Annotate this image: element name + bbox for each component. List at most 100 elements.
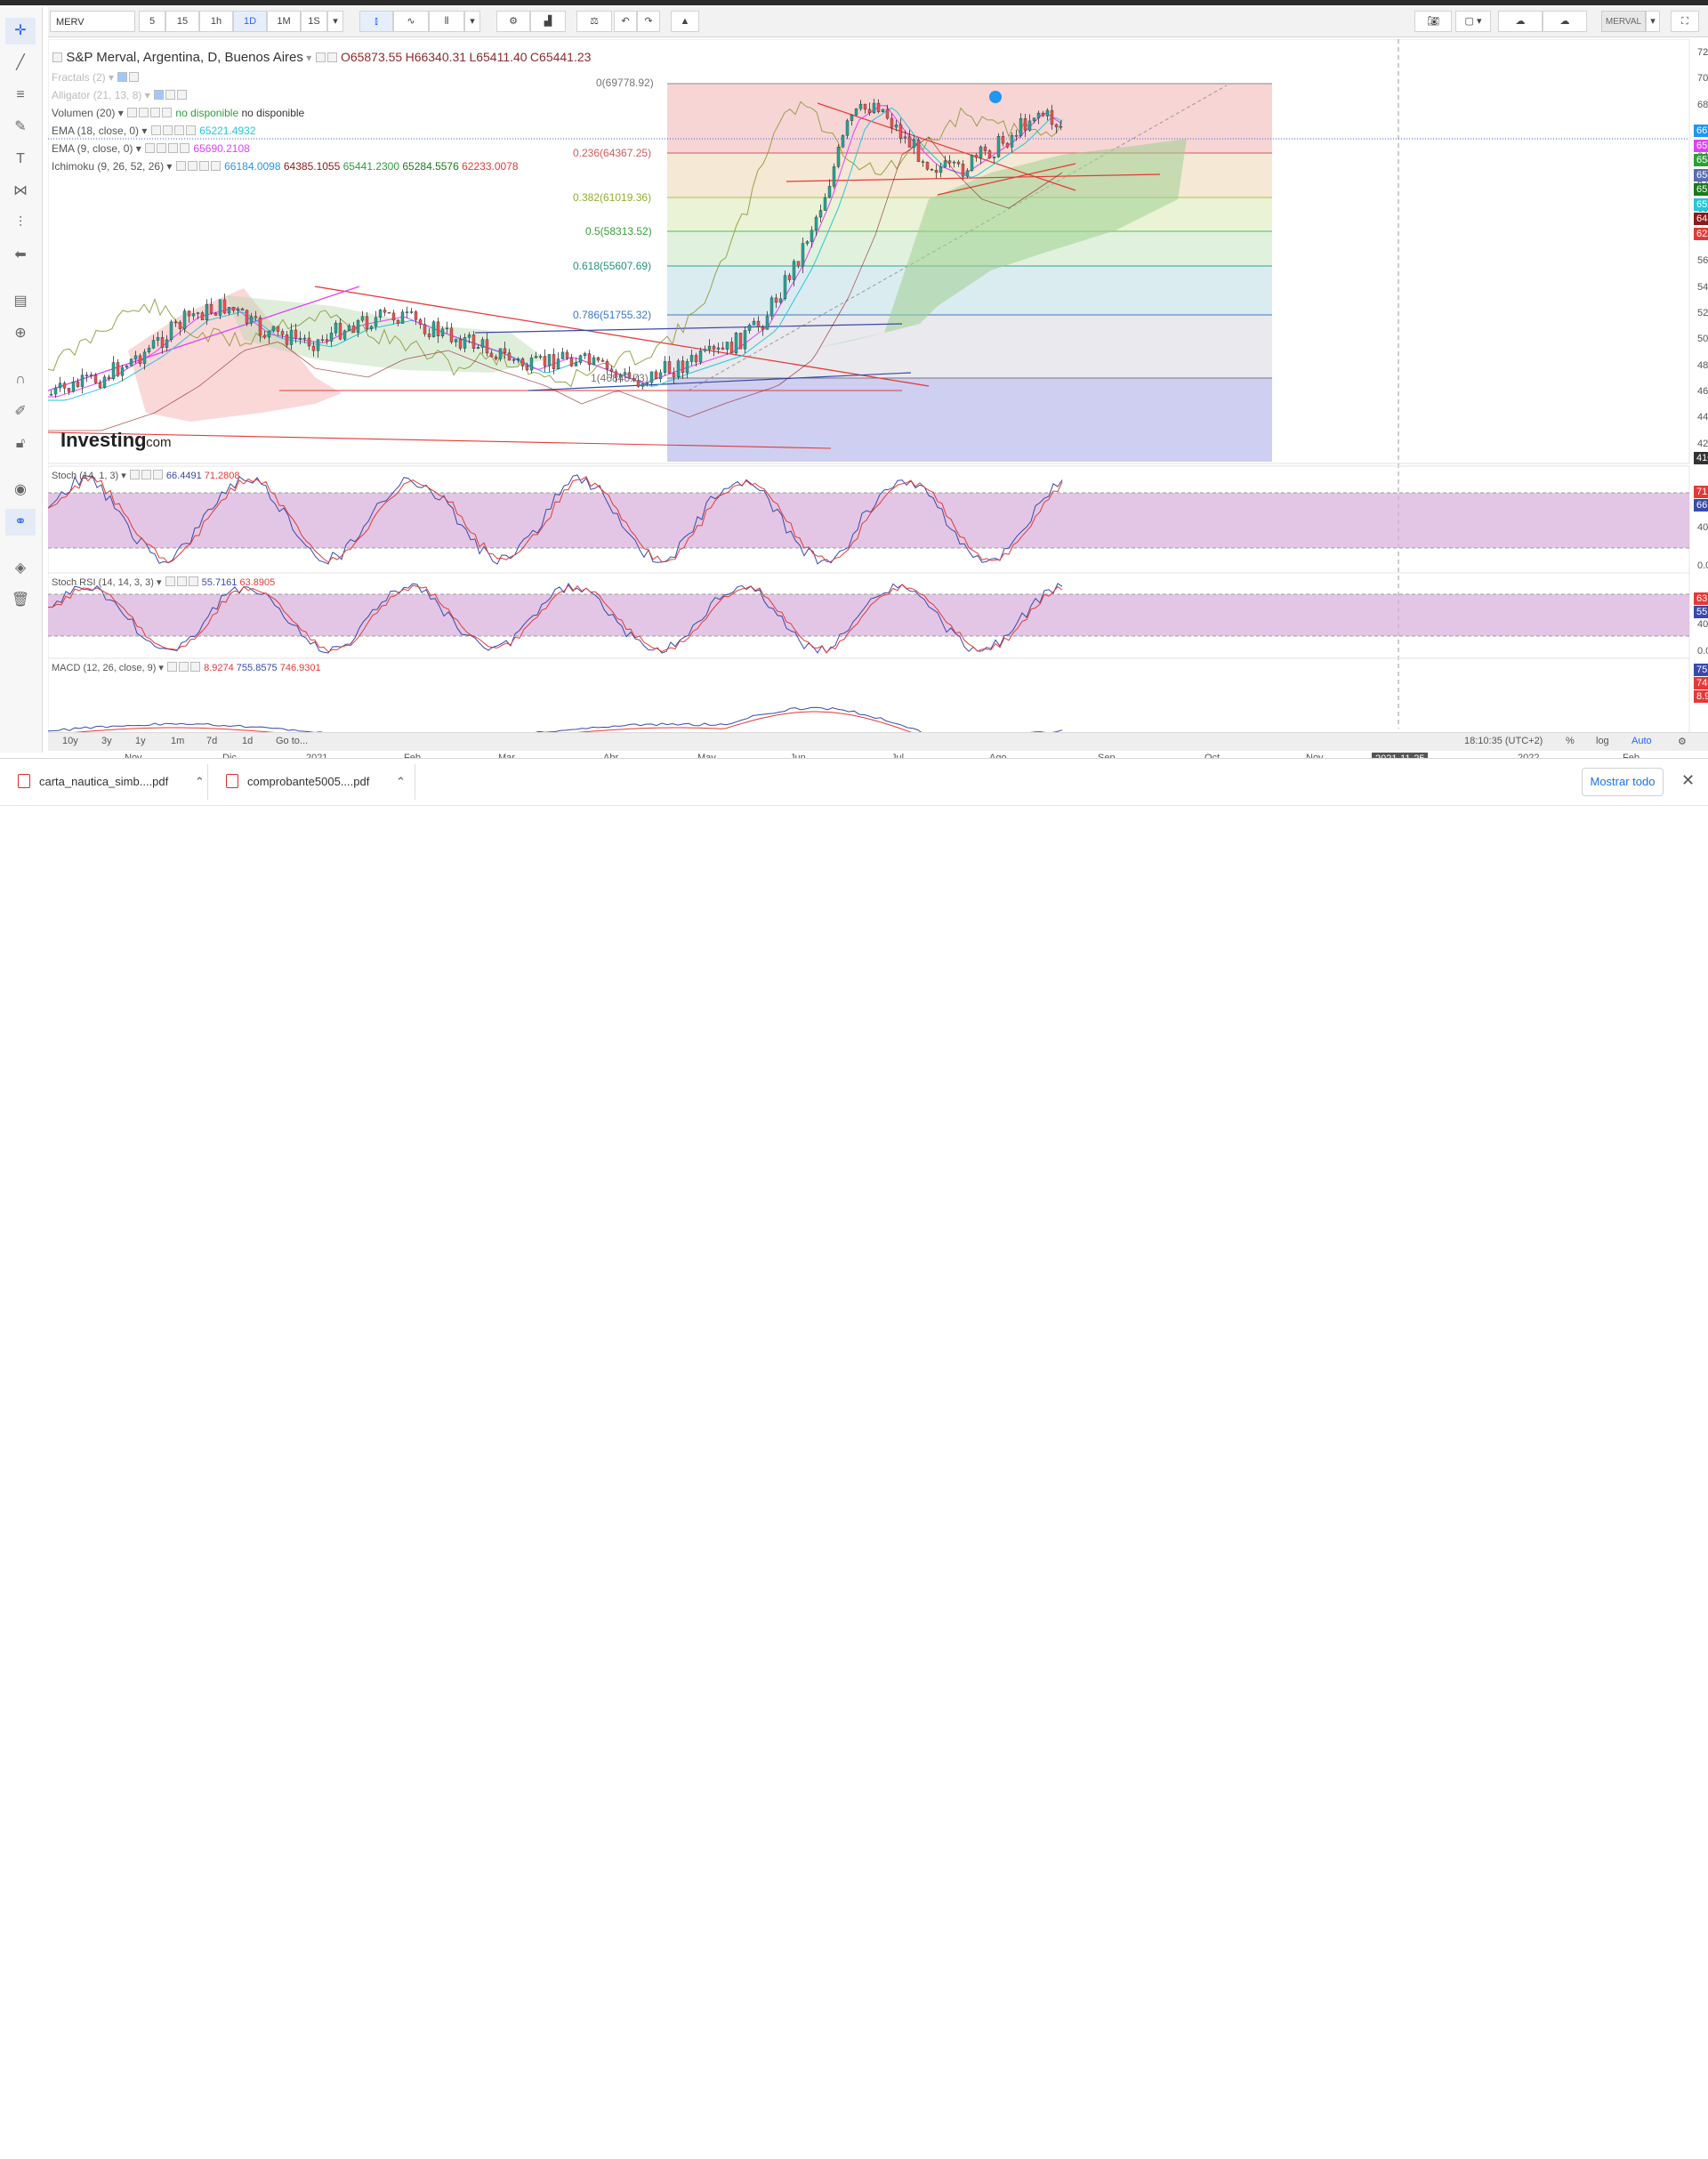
price-box: 65221.49 bbox=[1694, 197, 1708, 211]
range-1y[interactable]: 1y bbox=[135, 736, 146, 746]
ema18-legend[interactable]: EMA (18, close, 0) ▾ 65221.4932 bbox=[52, 125, 256, 137]
magnet-icon[interactable]: ∩ bbox=[5, 367, 36, 393]
download-item-2[interactable]: comprobante5005....pdf ⌃ bbox=[226, 759, 406, 805]
log-toggle[interactable]: log bbox=[1596, 736, 1609, 746]
interval-1d[interactable]: 1D bbox=[233, 11, 267, 32]
candle bbox=[996, 135, 1001, 157]
interval-1s[interactable]: 1S bbox=[301, 11, 327, 32]
bars-chart-icon[interactable]: ⫴ bbox=[429, 11, 464, 32]
trash-icon[interactable]: 🗑︎ bbox=[5, 587, 36, 614]
camera-icon[interactable]: 📷︎ bbox=[1414, 11, 1452, 32]
goto-button[interactable]: Go to... bbox=[276, 736, 308, 746]
measure-icon[interactable]: ▤ bbox=[5, 288, 36, 315]
range-10y[interactable]: 10y bbox=[62, 736, 78, 746]
ema9-legend[interactable]: EMA (9, close, 0) ▾ 65690.2108 bbox=[52, 142, 250, 155]
range-1d[interactable]: 1d bbox=[242, 736, 253, 746]
candle bbox=[325, 339, 329, 342]
candles-icon[interactable]: ⫾ bbox=[359, 11, 393, 32]
collapse-legend-icon[interactable] bbox=[52, 52, 62, 62]
interval-dropdown-icon[interactable]: ▾ bbox=[327, 11, 343, 32]
show-all-button[interactable]: Mostrar todo bbox=[1582, 768, 1664, 796]
back-arrow-icon[interactable]: ⬅ bbox=[5, 242, 36, 269]
macd-signal-box: 746.9301 bbox=[1694, 677, 1708, 689]
range-3y[interactable]: 3y bbox=[101, 736, 112, 746]
chart-area[interactable]: Investing .com 0(69778.92) 0.236(64367.2… bbox=[48, 39, 1708, 765]
chart-type-dropdown-icon[interactable]: ▾ bbox=[464, 11, 480, 32]
chevron-up-icon[interactable]: ⌃ bbox=[396, 775, 406, 788]
alligator-settings-icon[interactable] bbox=[165, 90, 176, 100]
chevron-up-icon[interactable]: ⌃ bbox=[195, 775, 205, 788]
alligator-close-icon[interactable] bbox=[177, 90, 188, 100]
download-item-1[interactable]: carta_nautica_simb....pdf ⌃ bbox=[18, 759, 205, 805]
legend-visibility-icon[interactable] bbox=[315, 52, 326, 62]
candle bbox=[391, 312, 396, 321]
volumen-label: Volumen (20) bbox=[52, 107, 116, 119]
interval-1h[interactable]: 1h bbox=[199, 11, 233, 32]
candle bbox=[538, 356, 543, 358]
candle bbox=[76, 381, 80, 387]
eye-icon[interactable]: ◉ bbox=[5, 477, 36, 503]
eye-off-icon[interactable] bbox=[117, 72, 128, 82]
compare-icon[interactable]: ⚖ bbox=[576, 11, 612, 32]
interval-1m[interactable]: 1M bbox=[267, 11, 301, 32]
layout-icon[interactable]: ▢ ▾ bbox=[1455, 11, 1491, 32]
eye-off-icon[interactable] bbox=[154, 90, 165, 100]
candle bbox=[939, 166, 943, 173]
pattern-icon[interactable]: ⋈ bbox=[5, 178, 36, 205]
range-1m[interactable]: 1m bbox=[171, 736, 184, 746]
brush-icon[interactable]: ✎ bbox=[5, 114, 36, 141]
candle bbox=[667, 361, 672, 374]
settings-gear-icon[interactable]: ⚙ bbox=[496, 11, 530, 32]
volumen-legend[interactable]: Volumen (20) ▾ no disponible no disponib… bbox=[52, 107, 304, 119]
close-icon[interactable]: ✕ bbox=[1681, 771, 1695, 790]
indicators-icon[interactable]: ▟ bbox=[530, 11, 566, 32]
range-7d[interactable]: 7d bbox=[206, 736, 217, 746]
candle bbox=[778, 298, 783, 303]
macd-legend[interactable]: MACD (12, 26, close, 9) ▾ 8.9274 755.857… bbox=[52, 662, 321, 673]
crosshair-icon[interactable]: ✛ bbox=[5, 18, 36, 44]
link-icon[interactable]: ⚭ bbox=[5, 509, 36, 536]
cloud-load-icon[interactable]: ☁ bbox=[1498, 11, 1543, 32]
zoom-icon[interactable]: ⊕ bbox=[5, 320, 36, 347]
line-chart-icon[interactable]: ∿ bbox=[393, 11, 429, 32]
redo-icon[interactable]: ↷ bbox=[637, 11, 660, 32]
percent-toggle[interactable]: % bbox=[1566, 736, 1575, 746]
symbol-input[interactable]: MERV bbox=[50, 11, 135, 32]
candle bbox=[765, 316, 769, 330]
interval-15[interactable]: 15 bbox=[165, 11, 199, 32]
auto-toggle[interactable]: Auto bbox=[1631, 736, 1652, 746]
candle bbox=[1014, 135, 1019, 137]
chart-canvas[interactable]: Investing .com bbox=[48, 39, 1708, 751]
horizontal-lines-icon[interactable]: ≡ bbox=[5, 82, 36, 109]
legend-settings-icon[interactable] bbox=[326, 52, 337, 62]
pencil-lock-icon[interactable]: ✐ bbox=[5, 399, 36, 425]
ema18-label: EMA (18, close, 0) bbox=[52, 125, 140, 137]
alligator-legend[interactable]: Alligator (21, 13, 8) ▾ bbox=[52, 89, 188, 101]
candle bbox=[672, 373, 676, 377]
trendline-icon[interactable]: ╱ bbox=[5, 50, 36, 77]
watermark-main: Investing bbox=[60, 429, 147, 451]
pdf-icon bbox=[18, 774, 30, 788]
cloud-save-icon[interactable]: ☁ bbox=[1543, 11, 1587, 32]
range-settings-icon[interactable]: ⚙ bbox=[1678, 736, 1687, 747]
fractals-close-icon[interactable] bbox=[129, 72, 140, 82]
symbol-dropdown-icon[interactable]: ▾ bbox=[1646, 11, 1660, 32]
macd-label: MACD (12, 26, close, 9) bbox=[52, 663, 157, 673]
fractals-legend[interactable]: Fractals (2) ▾ bbox=[52, 71, 140, 84]
fib-label-1: 1(46848.73) bbox=[591, 372, 649, 384]
stochrsi-legend[interactable]: Stoch RSI (14, 14, 3, 3) ▾ 55.7161 63.89… bbox=[52, 576, 275, 588]
interval-5[interactable]: 5 bbox=[139, 11, 165, 32]
candle bbox=[592, 357, 596, 366]
candle bbox=[912, 139, 916, 148]
text-tool-icon[interactable]: T bbox=[5, 146, 36, 173]
ichimoku-legend[interactable]: Ichimoku (9, 26, 52, 26) ▾ 66184.0098 64… bbox=[52, 160, 519, 173]
alligator-label: Alligator (21, 13, 8) bbox=[52, 89, 142, 101]
fullscreen-icon[interactable]: ⛶ bbox=[1671, 11, 1699, 32]
layers-icon[interactable]: ◈ bbox=[5, 555, 36, 582]
fib-tool-icon[interactable]: ⫶ bbox=[5, 210, 36, 237]
alert-icon[interactable]: ▲ bbox=[671, 11, 699, 32]
stoch-legend[interactable]: Stoch (14, 1, 3) ▾ 66.4491 71.2808 bbox=[52, 470, 240, 481]
lock-icon[interactable]: 🔓︎ bbox=[5, 431, 36, 457]
undo-icon[interactable]: ↶ bbox=[614, 11, 637, 32]
candle bbox=[138, 355, 142, 365]
